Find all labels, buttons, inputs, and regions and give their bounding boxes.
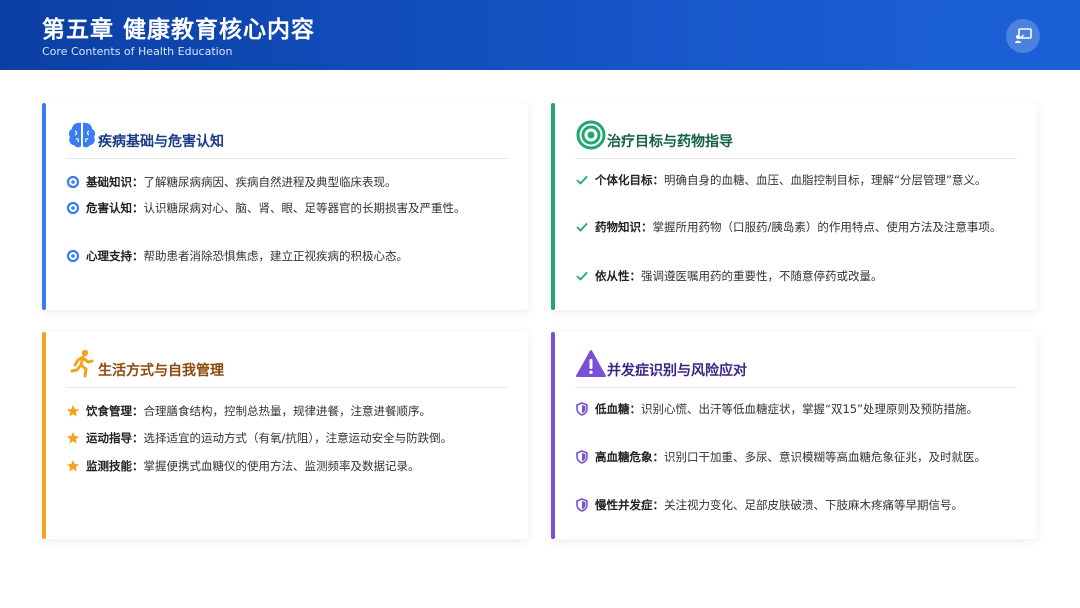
item-text: 明确自身的血糖、血压、血脂控制目标，理解“分层管理”意义。 — [664, 173, 987, 187]
circle-dot-icon — [66, 201, 80, 215]
item-text: 识别口干加重、多尿、意识模糊等高血糖危象征兆，及时就医。 — [664, 450, 986, 464]
star-icon — [67, 405, 79, 417]
shield-icon — [576, 498, 588, 512]
item-label: 饮食管理： — [86, 404, 144, 418]
list-item: 依从性：强调遵医嘱用药的重要性，不随意停药或改量。 — [575, 267, 1023, 285]
item-text: 掌握所用药物（口服药/胰岛素）的作用特点、使用方法及注意事项。 — [652, 220, 1002, 234]
item-text: 识别心慌、出汗等低血糖症状，掌握“双15”处理原则及预防措施。 — [641, 402, 979, 416]
card-accent-bar — [42, 103, 46, 310]
item-label: 危害认知： — [86, 201, 144, 215]
card-title: 生活方式与自我管理 — [98, 363, 224, 379]
star-icon — [67, 460, 79, 472]
divider — [575, 158, 1017, 159]
list-item: 基础知识：了解糖尿病病因、疾病自然进程及典型临床表现。 — [66, 173, 514, 191]
divider — [66, 387, 508, 388]
item-label: 依从性： — [595, 269, 641, 283]
item-label: 慢性并发症： — [595, 498, 664, 512]
item-text: 帮助患者消除恐惧焦虑，建立正视疾病的积极心态。 — [143, 249, 409, 263]
item-text: 选择适宜的运动方式（有氧/抗阻），注意运动安全与防跌倒。 — [143, 431, 453, 445]
circle-dot-icon — [66, 249, 80, 263]
checkmark-icon — [576, 176, 588, 185]
checkmark-icon — [576, 272, 588, 281]
header-slant-decoration — [910, 0, 1080, 70]
item-label: 监测技能： — [86, 459, 144, 473]
presentation-icon — [1015, 28, 1032, 43]
item-text: 掌握便携式血糖仪的使用方法、监测频率及数据记录。 — [143, 459, 420, 473]
running-icon — [70, 349, 94, 378]
item-label: 高血糖危象： — [595, 450, 664, 464]
list-item: 运动指导：选择适宜的运动方式（有氧/抗阻），注意运动安全与防跌倒。 — [66, 429, 514, 447]
item-label: 心理支持： — [86, 249, 144, 263]
page-subtitle: Core Contents of Health Education — [42, 45, 233, 58]
item-label: 低血糖： — [595, 402, 641, 416]
card-complications: 并发症识别与风险应对 低血糖：识别心慌、出汗等低血糖症状，掌握“双15”处理原则… — [551, 332, 1037, 539]
list-item: 个体化目标：明确自身的血糖、血压、血脂控制目标，理解“分层管理”意义。 — [575, 171, 1023, 189]
card-title: 治疗目标与药物指导 — [607, 134, 733, 150]
warning-icon — [576, 350, 606, 377]
item-text: 了解糖尿病病因、疾病自然进程及典型临床表现。 — [143, 175, 397, 189]
item-text: 合理膳食结构，控制总热量，规律进餐，注意进餐顺序。 — [143, 404, 432, 418]
list-item: 低血糖：识别心慌、出汗等低血糖症状，掌握“双15”处理原则及预防措施。 — [575, 400, 1023, 418]
list-item: 饮食管理：合理膳食结构，控制总热量，规律进餐，注意进餐顺序。 — [66, 402, 514, 420]
shield-icon — [576, 402, 588, 416]
presentation-button[interactable] — [1006, 19, 1040, 53]
item-label: 个体化目标： — [595, 173, 664, 187]
item-text: 认识糖尿病对心、脑、肾、眼、足等器官的长期损害及严重性。 — [143, 201, 466, 215]
target-icon — [576, 120, 606, 150]
card-treatment-goals: 治疗目标与药物指导 个体化目标：明确自身的血糖、血压、血脂控制目标，理解“分层管… — [551, 103, 1037, 310]
list-item: 监测技能：掌握便携式血糖仪的使用方法、监测频率及数据记录。 — [66, 457, 514, 475]
header-banner: 第五章 健康教育核心内容 Core Contents of Health Edu… — [0, 0, 1080, 70]
item-text: 关注视力变化、足部皮肤破溃、下肢麻木疼痛等早期信号。 — [664, 498, 963, 512]
page-title: 第五章 健康教育核心内容 — [42, 17, 316, 43]
brain-icon — [68, 122, 96, 148]
list-item: 慢性并发症：关注视力变化、足部皮肤破溃、下肢麻木疼痛等早期信号。 — [575, 496, 1023, 514]
divider — [66, 158, 508, 159]
checkmark-icon — [576, 223, 588, 232]
card-title: 并发症识别与风险应对 — [607, 363, 747, 379]
item-label: 基础知识： — [86, 175, 144, 189]
card-accent-bar — [551, 103, 555, 310]
circle-dot-icon — [66, 175, 80, 189]
list-item: 药物知识：掌握所用药物（口服药/胰岛素）的作用特点、使用方法及注意事项。 — [575, 218, 1023, 236]
list-item: 危害认知：认识糖尿病对心、脑、肾、眼、足等器官的长期损害及严重性。 — [66, 199, 514, 217]
card-accent-bar — [551, 332, 555, 539]
list-item: 心理支持：帮助患者消除恐惧焦虑，建立正视疾病的积极心态。 — [66, 247, 514, 265]
card-title: 疾病基础与危害认知 — [98, 134, 224, 150]
card-lifestyle: 生活方式与自我管理 饮食管理：合理膳食结构，控制总热量，规律进餐，注意进餐顺序。… — [42, 332, 528, 539]
item-text: 强调遵医嘱用药的重要性，不随意停药或改量。 — [641, 269, 883, 283]
star-icon — [67, 432, 79, 444]
shield-icon — [576, 450, 588, 464]
item-label: 运动指导： — [86, 431, 144, 445]
list-item: 高血糖危象：识别口干加重、多尿、意识模糊等高血糖危象征兆，及时就医。 — [575, 448, 1023, 466]
card-disease-basics: 疾病基础与危害认知 基础知识：了解糖尿病病因、疾病自然进程及典型临床表现。 危害… — [42, 103, 528, 310]
divider — [575, 387, 1017, 388]
item-label: 药物知识： — [595, 220, 653, 234]
card-accent-bar — [42, 332, 46, 539]
